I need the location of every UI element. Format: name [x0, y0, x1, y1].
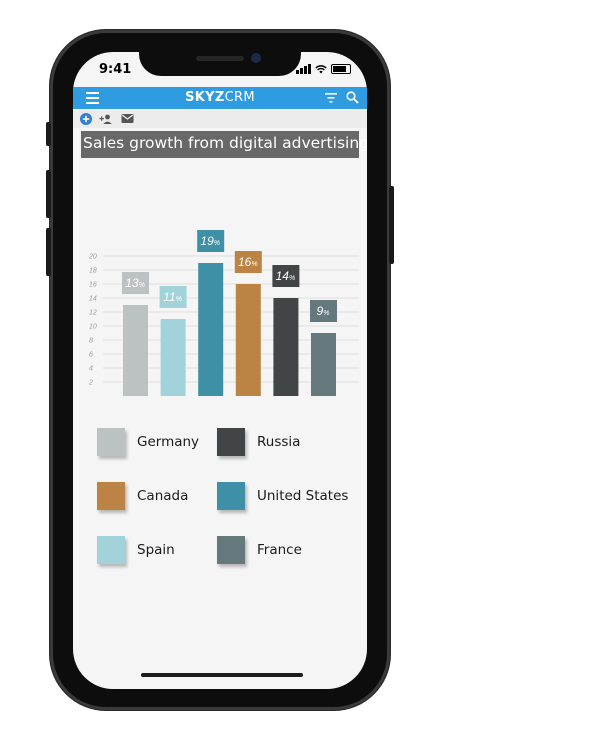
- bar-germany: [123, 305, 148, 396]
- legend-label: Spain: [137, 542, 175, 558]
- power-button: [389, 186, 394, 264]
- y-tick-label: 12: [89, 310, 97, 317]
- legend-item-canada: Canada: [97, 482, 188, 510]
- y-tick-label: 16: [89, 282, 97, 289]
- add-circle-icon[interactable]: [80, 113, 92, 125]
- chart-canvas: 246810121416182013%11%19%16%14%9%: [88, 230, 359, 396]
- legend-swatch: [97, 428, 125, 456]
- bar-united-states: [198, 263, 224, 396]
- legend-swatch: [217, 482, 245, 510]
- bar-russia: [273, 298, 299, 396]
- legend-item-france: France: [217, 536, 302, 564]
- y-tick-label: 4: [89, 366, 93, 373]
- legend-item-russia: Russia: [217, 428, 300, 456]
- add-user-icon[interactable]: [99, 113, 113, 125]
- legend-label: Germany: [137, 434, 200, 450]
- cellular-signal-icon: [296, 64, 311, 74]
- legend-item-spain: Spain: [97, 536, 175, 564]
- front-camera: [251, 53, 261, 63]
- chart-title: Sales growth from digital advertising: [83, 134, 367, 152]
- legend-label: Russia: [257, 434, 301, 450]
- legend-swatch: [217, 536, 245, 564]
- legend-swatch: [97, 482, 125, 510]
- legend-item-germany: Germany: [97, 428, 199, 456]
- y-tick-label: 10: [89, 324, 97, 331]
- legend-swatch: [97, 536, 125, 564]
- volume-up-button: [46, 170, 51, 218]
- legend-swatch: [217, 428, 245, 456]
- brand-regular: CRM: [224, 90, 255, 105]
- bar-france: [311, 333, 336, 396]
- mute-switch: [46, 122, 51, 146]
- y-tick-label: 20: [88, 254, 97, 261]
- legend-item-united-states: United States: [217, 482, 348, 510]
- app-brand: SKYZCRM: [73, 90, 367, 105]
- y-tick-label: 8: [89, 338, 93, 345]
- y-tick-label: 18: [89, 268, 97, 275]
- speaker-grille: [196, 56, 244, 61]
- y-tick-label: 2: [88, 380, 93, 387]
- phone-screen: 9:41 SKYZCRM Sales growth from digital a…: [73, 52, 367, 689]
- legend-label: France: [257, 542, 302, 558]
- search-icon[interactable]: [346, 91, 359, 104]
- legend-label: United States: [257, 488, 349, 504]
- bar-spain: [160, 319, 186, 396]
- filter-icon[interactable]: [325, 93, 337, 103]
- status-icons: [296, 64, 351, 74]
- bar-chart: 2 4 6 8 10 12 14 16 18 20 13% 11% 19% 16% 14% 9%: [73, 202, 367, 402]
- status-time: 9:41: [99, 62, 132, 77]
- brand-bold: SKYZ: [185, 90, 225, 105]
- chart-title-bar: Sales growth from digital advertising: [81, 131, 367, 158]
- bar-canada: [235, 284, 261, 396]
- battery-icon: [331, 64, 351, 74]
- y-tick-label: 14: [89, 296, 97, 303]
- wifi-icon: [315, 65, 327, 74]
- mail-icon[interactable]: [121, 113, 134, 124]
- volume-down-button: [46, 228, 51, 276]
- home-indicator: [141, 673, 303, 677]
- y-tick-label: 6: [89, 352, 93, 359]
- app-bar: SKYZCRM: [73, 87, 367, 109]
- legend-label: Canada: [137, 488, 189, 504]
- action-toolbar: [73, 110, 367, 128]
